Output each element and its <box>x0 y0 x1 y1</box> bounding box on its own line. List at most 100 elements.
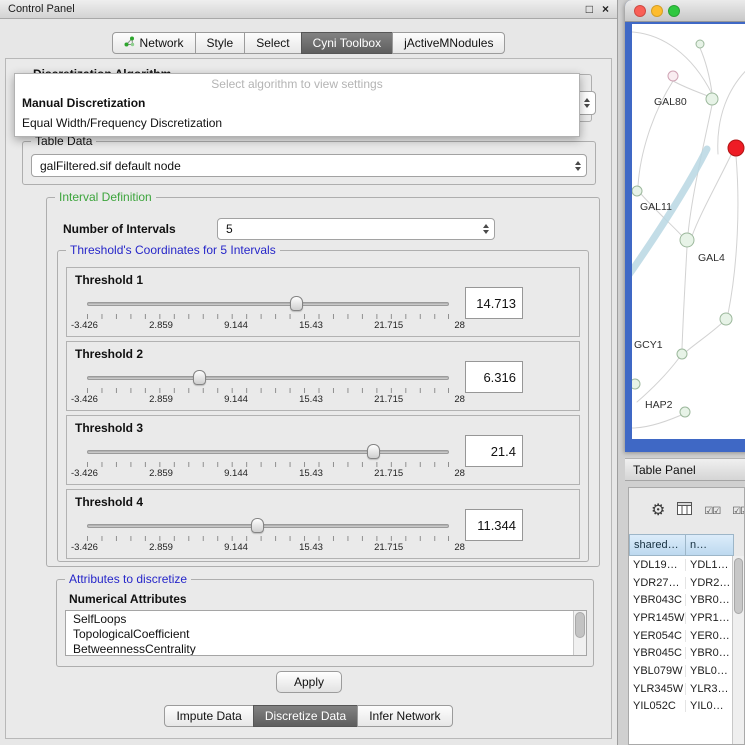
tab-cyni-toolbox[interactable]: Cyni Toolbox <box>301 32 393 54</box>
table-row[interactable]: YIL052CYIL0… <box>629 698 734 716</box>
node-label: GAL11 <box>640 201 672 213</box>
table-row[interactable]: YPR145WYPR1… <box>629 609 734 627</box>
columns-icon[interactable] <box>677 502 692 520</box>
scale-label: 2.859 <box>149 542 173 553</box>
close-button[interactable] <box>634 5 646 17</box>
dropdown-placeholder: Select algorithm to view settings <box>15 74 579 93</box>
list-scrollbar[interactable] <box>573 611 586 655</box>
table-cell: YIL052C <box>629 700 686 712</box>
scale-label: -3.426 <box>71 394 98 405</box>
float-window-icon[interactable]: □ <box>586 3 593 15</box>
threshold-slider[interactable] <box>87 444 449 460</box>
table-panel-window: ⚙ ☑☑ ☑☑ shared…n… YDL19…YDL1…YDR27…YDR2…… <box>628 487 745 745</box>
slider-track <box>87 450 449 454</box>
slider-thumb[interactable] <box>367 444 380 459</box>
table-cell: YBR0… <box>686 594 734 606</box>
slider-ticks <box>87 314 449 319</box>
table-scrollbar[interactable] <box>732 556 744 744</box>
number-of-intervals-combobox[interactable]: 5 <box>217 218 495 240</box>
threshold-value[interactable]: 11.344 <box>465 509 523 541</box>
table-row[interactable]: YDL19…YDL1… <box>629 556 734 574</box>
network-node[interactable] <box>706 93 718 105</box>
checkbox-icons[interactable]: ☑☑ <box>704 506 720 517</box>
table-cell: YPR145W <box>629 612 686 624</box>
table-row[interactable]: YBR045CYBR0… <box>629 644 734 662</box>
zoom-button[interactable] <box>668 5 680 17</box>
network-graph[interactable]: GAL80GAL11GAL4GCY1HAP2 <box>632 24 745 439</box>
minimize-button[interactable] <box>651 5 663 17</box>
close-icon[interactable]: × <box>602 3 609 15</box>
scale-label: 9.144 <box>224 394 248 405</box>
table-cell: YBR0… <box>686 647 734 659</box>
table-cell: YIL0… <box>686 700 734 712</box>
tab-label: Network <box>140 36 184 50</box>
attribute-item[interactable]: TopologicalCoefficient <box>66 627 572 642</box>
network-node[interactable] <box>632 186 642 196</box>
table-column-header[interactable]: n… <box>686 534 734 556</box>
interval-definition-group: Interval Definition Number of Intervals … <box>46 197 600 567</box>
scale-label: 2.859 <box>149 320 173 331</box>
threshold-value[interactable]: 14.713 <box>465 287 523 319</box>
gear-icon[interactable]: ⚙ <box>651 503 665 519</box>
table-row[interactable]: YER054CYER0… <box>629 627 734 645</box>
scale-label: -3.426 <box>71 468 98 479</box>
window-title: Control Panel <box>8 3 577 15</box>
network-node[interactable] <box>728 140 744 156</box>
table-row[interactable]: YDR27…YDR2… <box>629 574 734 592</box>
table-cell: YBR045C <box>629 647 686 659</box>
tab-network[interactable]: Network <box>112 32 196 54</box>
algorithm-dropdown-popup: Select algorithm to view settings Manual… <box>14 73 580 137</box>
threshold-section: Threshold 4-3.4262.8599.14415.4321.71528… <box>66 489 580 559</box>
network-view-window: GAL80GAL11GAL4GCY1HAP2 <box>625 0 745 452</box>
table-row[interactable]: YLR345WYLR3… <box>629 680 734 698</box>
threshold-slider[interactable] <box>87 296 449 312</box>
slider-thumb[interactable] <box>290 296 303 311</box>
scale-label: 15.43 <box>299 468 323 479</box>
table-toolbar: ⚙ ☑☑ ☑☑ <box>629 488 744 534</box>
network-icon <box>124 36 135 50</box>
network-canvas[interactable]: GAL80GAL11GAL4GCY1HAP2 <box>632 24 745 439</box>
algorithm-option[interactable]: Equal Width/Frequency Discretization <box>15 113 579 133</box>
table-row[interactable]: YBR043CYBR0… <box>629 591 734 609</box>
table-cell: YBL079W <box>629 665 686 677</box>
table-column-header[interactable]: shared… <box>629 534 686 556</box>
attribute-item[interactable]: BetweennessCentrality <box>66 642 572 656</box>
threshold-slider[interactable] <box>87 518 449 534</box>
algorithm-option[interactable]: Manual Discretization <box>15 93 579 113</box>
control-panel-window: Control Panel □ × Network StyleSelectCyni… <box>0 0 618 745</box>
network-node[interactable] <box>677 349 687 359</box>
network-node[interactable] <box>680 407 690 417</box>
network-node[interactable] <box>720 313 732 325</box>
network-node[interactable] <box>632 379 640 389</box>
tab-jactivemnodules[interactable]: jActiveMNodules <box>392 32 505 54</box>
tab-select[interactable]: Select <box>244 32 301 54</box>
screen: Control Panel □ × Network StyleSelectCyni… <box>0 0 745 745</box>
slider-thumb[interactable] <box>193 370 206 385</box>
tab-discretize-data[interactable]: Discretize Data <box>253 705 358 727</box>
table-row[interactable]: YBL079WYBL0… <box>629 662 734 680</box>
attributes-group: Attributes to discretize Numerical Attri… <box>56 579 594 667</box>
slider-thumb[interactable] <box>251 518 264 533</box>
tab-impute-data[interactable]: Impute Data <box>164 705 253 727</box>
scale-label: 2.859 <box>149 468 173 479</box>
table-data-combobox[interactable]: galFiltered.sif default node <box>31 154 587 177</box>
threshold-slider[interactable] <box>87 370 449 386</box>
network-node[interactable] <box>680 233 694 247</box>
scrollbar-thumb[interactable] <box>575 612 585 638</box>
scale-label: 2.859 <box>149 394 173 405</box>
threshold-value[interactable]: 21.4 <box>465 435 523 467</box>
table-cell: YBR043C <box>629 594 686 606</box>
tab-infer-network[interactable]: Infer Network <box>357 705 452 727</box>
attributes-list[interactable]: SelfLoopsTopologicalCoefficientBetweenne… <box>65 610 587 656</box>
attribute-item[interactable]: SelfLoops <box>66 612 572 627</box>
scrollbar-thumb[interactable] <box>734 558 743 614</box>
threshold-value[interactable]: 6.316 <box>465 361 523 393</box>
apply-button[interactable]: Apply <box>276 671 342 693</box>
scale-label: 15.43 <box>299 542 323 553</box>
tab-style[interactable]: Style <box>195 32 246 54</box>
checkbox-icons[interactable]: ☑☑ <box>732 506 744 517</box>
network-node[interactable] <box>668 71 678 81</box>
network-node[interactable] <box>696 40 704 48</box>
scale-label: 21.715 <box>374 320 403 331</box>
network-edge <box>682 247 687 349</box>
